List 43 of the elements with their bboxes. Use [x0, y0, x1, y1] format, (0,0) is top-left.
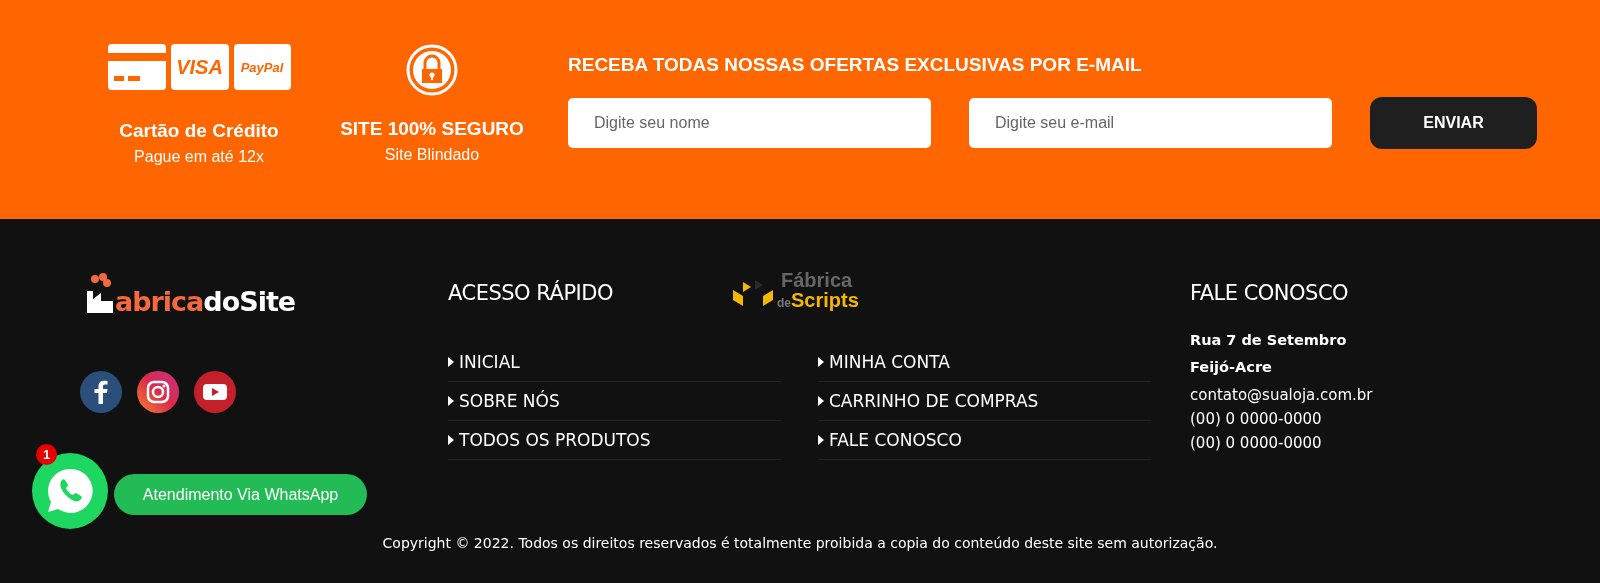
address-line: Feijó-Acre — [1190, 358, 1273, 377]
partner-logo-icon — [733, 280, 773, 306]
partner-logo-text: de — [777, 297, 791, 309]
contact-line: contato@sualoja.com.br — [1190, 385, 1374, 406]
logo-text: abrica — [115, 288, 204, 315]
security-subtitle: Site Blindado — [384, 146, 480, 164]
factory-icon — [85, 273, 115, 315]
newsletter-heading: RECEBA TODAS NOSSAS OFERTAS EXCLUSIVAS POR E-MAIL — [568, 54, 1143, 76]
logo-text: doSite — [203, 288, 296, 315]
address-line: Rua 7 de Setembro — [1190, 331, 1348, 350]
menu-link[interactable]: SOBRE NÓS — [448, 382, 781, 421]
caret-icon — [448, 357, 454, 367]
menu-link[interactable]: INICIAL — [448, 343, 781, 382]
credit-card-icon — [107, 44, 166, 90]
padlock-icon — [406, 44, 458, 96]
visa-logo: VISA — [170, 44, 229, 90]
payment-subtitle: Pague em até 12x — [134, 148, 264, 166]
partner-logo-text: Scripts — [791, 290, 859, 310]
caret-icon — [818, 435, 824, 445]
security-title: SITE 100% SEGURO — [340, 118, 524, 140]
caret-icon — [818, 357, 824, 367]
caret-icon — [818, 396, 824, 406]
payment-title: Cartão de Crédito — [119, 120, 279, 142]
input-field[interactable]: Digite seu e-mail — [969, 98, 1332, 148]
copyright-text: Copyright © 2022. Todos os direitos reservados é totalmente proibida a copia do conteúdo deste site sem autorização. — [382, 535, 1218, 551]
input-field[interactable]: Digite seu nome — [568, 98, 931, 148]
menu-link[interactable]: MINHA CONTA — [818, 343, 1151, 382]
paypal-logo: PayPal — [233, 44, 291, 90]
send-button[interactable]: ENVIAR — [1370, 97, 1537, 149]
facebook-icon[interactable] — [80, 371, 122, 413]
contact-line: (00) 0 0000-0000 — [1190, 433, 1323, 454]
section-heading: FALE CONOSCO — [1190, 281, 1349, 305]
partner-logo-text: Fábrica — [781, 270, 854, 290]
contact-line: (00) 0 0000-0000 — [1190, 409, 1323, 430]
caret-icon — [448, 435, 454, 445]
menu-link[interactable]: CARRINHO DE COMPRAS — [818, 382, 1151, 421]
youtube-icon[interactable] — [194, 371, 236, 413]
section-heading: ACESSO RÁPIDO — [448, 281, 613, 305]
menu-link[interactable]: FALE CONOSCO — [818, 421, 1151, 460]
notification-badge: 1 — [36, 444, 57, 465]
menu-link[interactable]: TODOS OS PRODUTOS — [448, 421, 781, 460]
instagram-icon[interactable] — [137, 371, 179, 413]
caret-icon — [448, 396, 454, 406]
